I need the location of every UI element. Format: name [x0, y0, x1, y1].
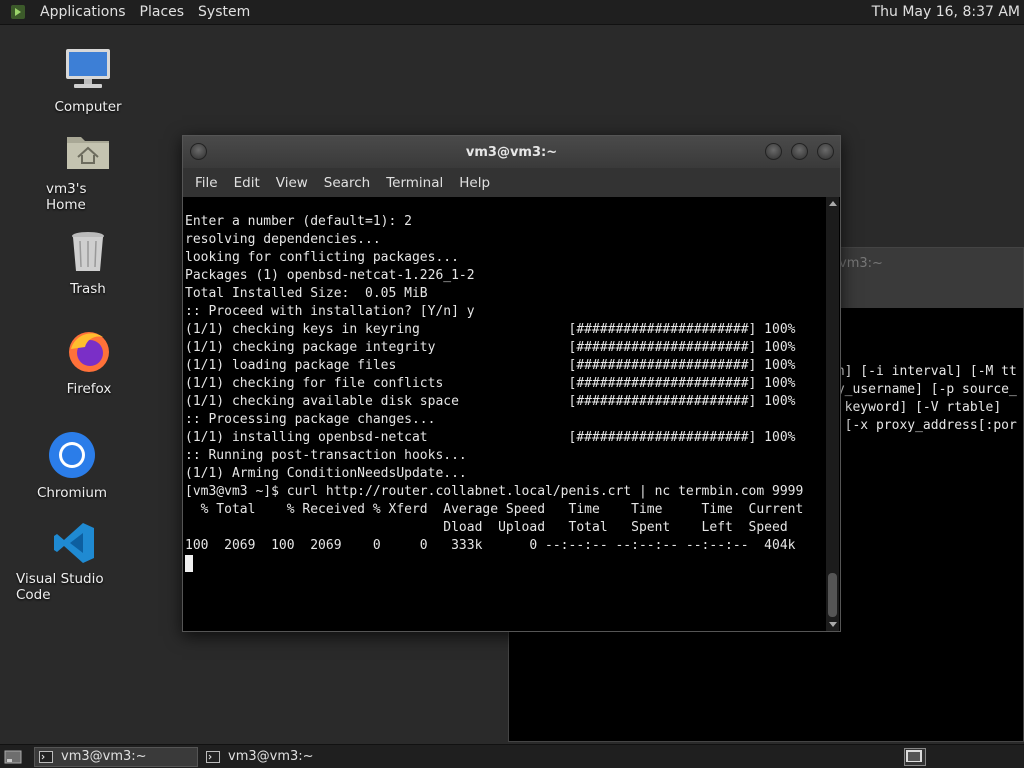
- workspace-switcher-icon[interactable]: [904, 748, 926, 766]
- terminal-line: ch] [-i interval] [-M tt: [829, 364, 1017, 379]
- chromium-icon: [48, 431, 96, 479]
- top-panel: Applications Places System Thu May 16, 8…: [0, 0, 1024, 25]
- scrollbar-thumb[interactable]: [828, 573, 837, 617]
- terminal-titlebar[interactable]: vm3@vm3:~: [183, 136, 840, 168]
- terminal-line: ] [-x proxy_address[:por: [829, 418, 1017, 433]
- terminal-line: Enter a number (default=1): 2: [185, 214, 412, 229]
- window-menu-button[interactable]: [190, 143, 207, 160]
- terminal-cursor: [185, 555, 193, 572]
- desktop-icon-computer[interactable]: Computer: [52, 45, 124, 115]
- terminal-line: Packages (1) openbsd-netcat-1.226_1-2: [185, 268, 475, 283]
- trash-icon: [64, 227, 112, 275]
- menu-edit[interactable]: Edit: [226, 175, 268, 191]
- terminal-output[interactable]: Enter a number (default=1): 2 resolving d…: [185, 213, 825, 631]
- menu-view[interactable]: View: [268, 175, 316, 191]
- terminal-line: Total Installed Size: 0.05 MiB: [185, 286, 428, 301]
- taskbar-item-label: vm3@vm3:~: [61, 749, 147, 764]
- terminal-line: :: Running post-transaction hooks...: [185, 448, 467, 463]
- terminal-line: [vm3@vm3 ~]$ curl http://router.collabne…: [185, 484, 804, 499]
- desktop-icon-label: Visual Studio Code: [16, 571, 104, 603]
- terminal-title: vm3@vm3:~: [465, 144, 558, 160]
- terminal-icon: [39, 750, 53, 763]
- places-menu[interactable]: Places: [133, 4, 192, 20]
- applications-menu[interactable]: Applications: [33, 4, 133, 20]
- terminal-line: Dload Upload Total Spent Left Speed: [185, 520, 788, 535]
- desktop-icon-label: Chromium: [36, 485, 108, 501]
- show-desktop-icon[interactable]: [2, 748, 24, 766]
- terminal-line: T keyword] [-V rtable]: [829, 400, 1002, 415]
- desktop-icon-firefox[interactable]: Firefox: [60, 327, 118, 397]
- menu-file[interactable]: File: [187, 175, 226, 191]
- desktop-icon-trash[interactable]: Trash: [60, 227, 116, 297]
- menu-terminal[interactable]: Terminal: [378, 175, 451, 191]
- taskbar-item-label: vm3@vm3:~: [228, 749, 314, 764]
- terminal-window[interactable]: vm3@vm3:~ File Edit View Search Terminal…: [182, 135, 841, 632]
- background-terminal-output: ch] [-i interval] [-M tt xy_username] [-p…: [829, 363, 1017, 435]
- terminal-line: (1/1) checking package integrity [######…: [185, 340, 796, 355]
- terminal-line: (1/1) checking available disk space [###…: [185, 394, 796, 409]
- desktop-icon-label: Firefox: [66, 381, 112, 397]
- terminal-line: (1/1) checking keys in keyring [########…: [185, 322, 796, 337]
- desktop-icon-home[interactable]: vm3's Home: [46, 127, 130, 213]
- terminal-icon: [206, 750, 220, 763]
- vscode-icon: [52, 521, 96, 565]
- bottom-panel: vm3@vm3:~ vm3@vm3:~: [0, 744, 1024, 768]
- menu-help[interactable]: Help: [451, 175, 498, 191]
- maximize-button[interactable]: [791, 143, 808, 160]
- terminal-line: :: Proceed with installation? [Y/n] y: [185, 304, 475, 319]
- desktop-icon-label: Computer: [54, 99, 122, 115]
- terminal-line: (1/1) installing openbsd-netcat [#######…: [185, 430, 796, 445]
- panel-clock[interactable]: Thu May 16, 8:37 AM: [872, 4, 1020, 20]
- close-button[interactable]: [817, 143, 834, 160]
- computer-icon: [64, 45, 112, 93]
- menu-search[interactable]: Search: [316, 175, 378, 191]
- desktop-icon-label: Trash: [70, 281, 106, 297]
- desktop-icon-label: vm3's Home: [46, 181, 87, 213]
- terminal-line: looking for conflicting packages...: [185, 250, 459, 265]
- terminal-line: % Total % Received % Xferd Average Speed…: [185, 502, 804, 517]
- scroll-up-icon[interactable]: [829, 201, 837, 206]
- background-terminal-title: vm3:~: [839, 256, 883, 271]
- desktop-icon-vscode[interactable]: Visual Studio Code: [16, 521, 132, 603]
- scroll-down-icon[interactable]: [829, 622, 837, 627]
- terminal-line: (1/1) checking for file conflicts [#####…: [185, 376, 796, 391]
- terminal-menubar: File Edit View Search Terminal Help: [183, 168, 840, 197]
- terminal-line: :: Processing package changes...: [185, 412, 436, 427]
- minimize-button[interactable]: [765, 143, 782, 160]
- terminal-line: 100 2069 100 2069 0 0 333k 0 --:--:-- --…: [185, 538, 796, 553]
- terminal-scrollbar[interactable]: [826, 197, 839, 631]
- terminal-line: (1/1) Arming ConditionNeedsUpdate...: [185, 466, 467, 481]
- terminal-line: (1/1) loading package files [###########…: [185, 358, 796, 373]
- system-menu[interactable]: System: [191, 4, 257, 20]
- taskbar-item-terminal-active[interactable]: vm3@vm3:~: [34, 746, 198, 767]
- terminal-line: resolving dependencies...: [185, 232, 381, 247]
- distro-logo-icon[interactable]: [9, 3, 27, 21]
- firefox-icon: [65, 327, 113, 375]
- desktop-icon-chromium[interactable]: Chromium: [36, 431, 108, 501]
- taskbar-item-terminal[interactable]: vm3@vm3:~: [202, 747, 366, 767]
- terminal-line: xy_username] [-p source_: [829, 382, 1017, 397]
- terminal-cursor-line: [185, 555, 825, 573]
- home-folder-icon: [64, 127, 112, 175]
